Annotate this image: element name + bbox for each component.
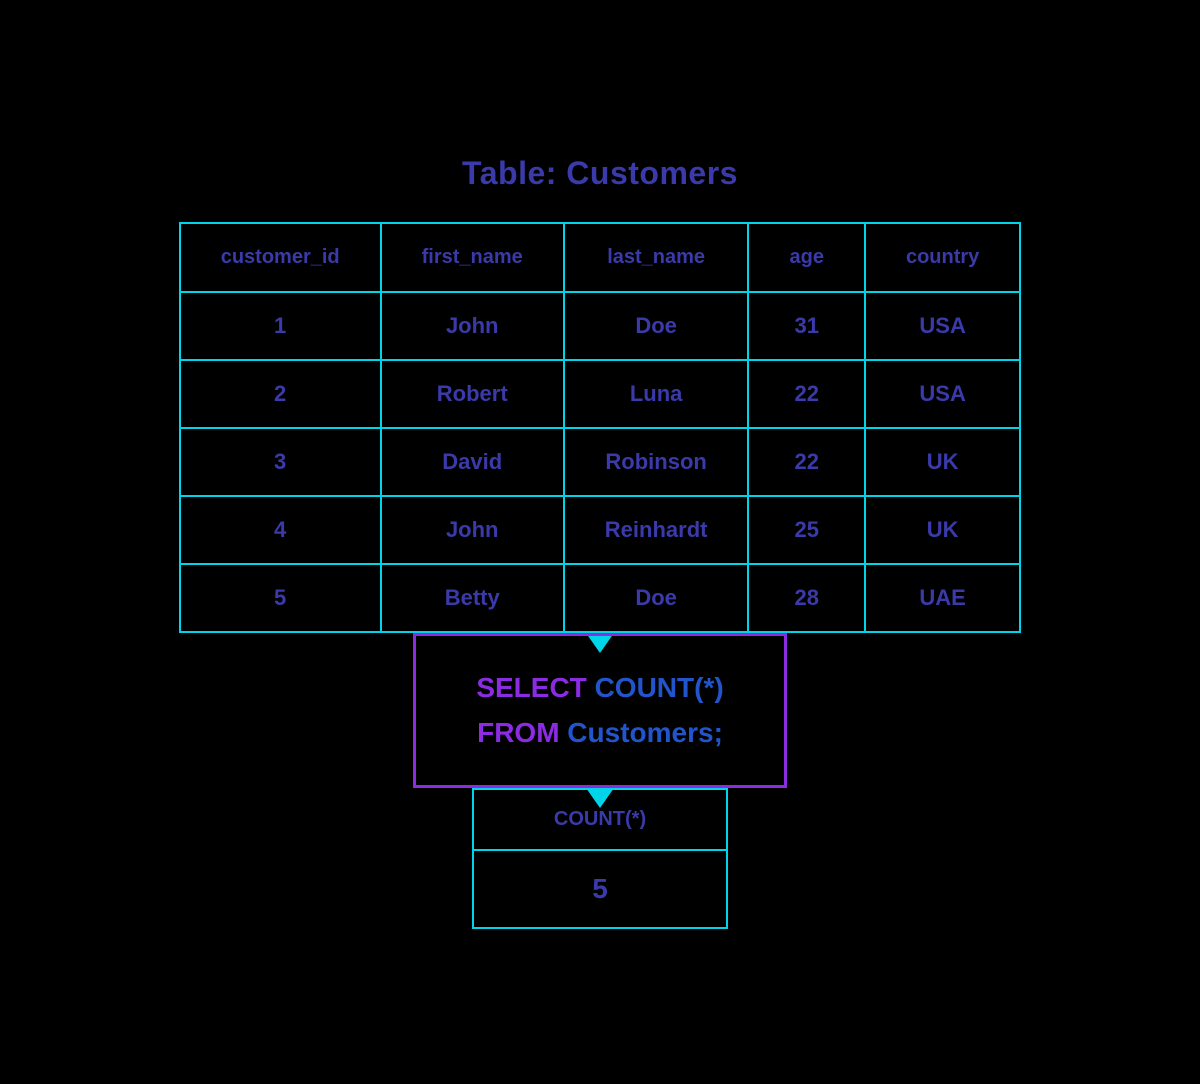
col-header-country: country <box>865 223 1020 292</box>
table-cell: 3 <box>180 428 381 496</box>
table-cell: USA <box>865 292 1020 360</box>
customers-table: customer_id first_name last_name age cou… <box>179 222 1022 633</box>
sql-select-keyword: SELECT <box>476 672 586 703</box>
result-header: COUNT(*) <box>473 789 727 850</box>
table-cell: 28 <box>748 564 864 632</box>
sql-text: SELECT COUNT(*) FROM Customers; <box>476 666 723 756</box>
table-cell: USA <box>865 360 1020 428</box>
sql-query-box: SELECT COUNT(*) FROM Customers; <box>413 633 786 789</box>
table-cell: 31 <box>748 292 864 360</box>
col-header-last-name: last_name <box>564 223 749 292</box>
table-cell: John <box>381 496 564 564</box>
table-cell: Luna <box>564 360 749 428</box>
sql-from-keyword: FROM <box>477 717 559 748</box>
table-cell: 25 <box>748 496 864 564</box>
table-cell: Doe <box>564 564 749 632</box>
table-cell: Doe <box>564 292 749 360</box>
table-cell: Betty <box>381 564 564 632</box>
table-cell: UK <box>865 428 1020 496</box>
table-row: 5BettyDoe28UAE <box>180 564 1021 632</box>
table-cell: 22 <box>748 360 864 428</box>
table-row: 4JohnReinhardt25UK <box>180 496 1021 564</box>
table-cell: UAE <box>865 564 1020 632</box>
table-cell: Robinson <box>564 428 749 496</box>
table-cell: 22 <box>748 428 864 496</box>
table-cell: UK <box>865 496 1020 564</box>
table-cell: 1 <box>180 292 381 360</box>
result-value: 5 <box>473 850 727 928</box>
table-header-row: customer_id first_name last_name age cou… <box>180 223 1021 292</box>
col-header-age: age <box>748 223 864 292</box>
col-header-first-name: first_name <box>381 223 564 292</box>
table-cell: Reinhardt <box>564 496 749 564</box>
col-header-customer-id: customer_id <box>180 223 381 292</box>
table-cell: Robert <box>381 360 564 428</box>
sql-table-name: Customers; <box>560 717 723 748</box>
table-row: 2RobertLuna22USA <box>180 360 1021 428</box>
table-cell: 2 <box>180 360 381 428</box>
table-row: 3DavidRobinson22UK <box>180 428 1021 496</box>
page-container: Table: Customers customer_id first_name … <box>159 115 1042 970</box>
result-table: COUNT(*) 5 <box>472 788 728 929</box>
table-cell: David <box>381 428 564 496</box>
table-cell: 4 <box>180 496 381 564</box>
table-cell: 5 <box>180 564 381 632</box>
table-row: 1JohnDoe31USA <box>180 292 1021 360</box>
sql-count-func: COUNT(*) <box>587 672 724 703</box>
table-cell: John <box>381 292 564 360</box>
page-title: Table: Customers <box>462 155 738 192</box>
